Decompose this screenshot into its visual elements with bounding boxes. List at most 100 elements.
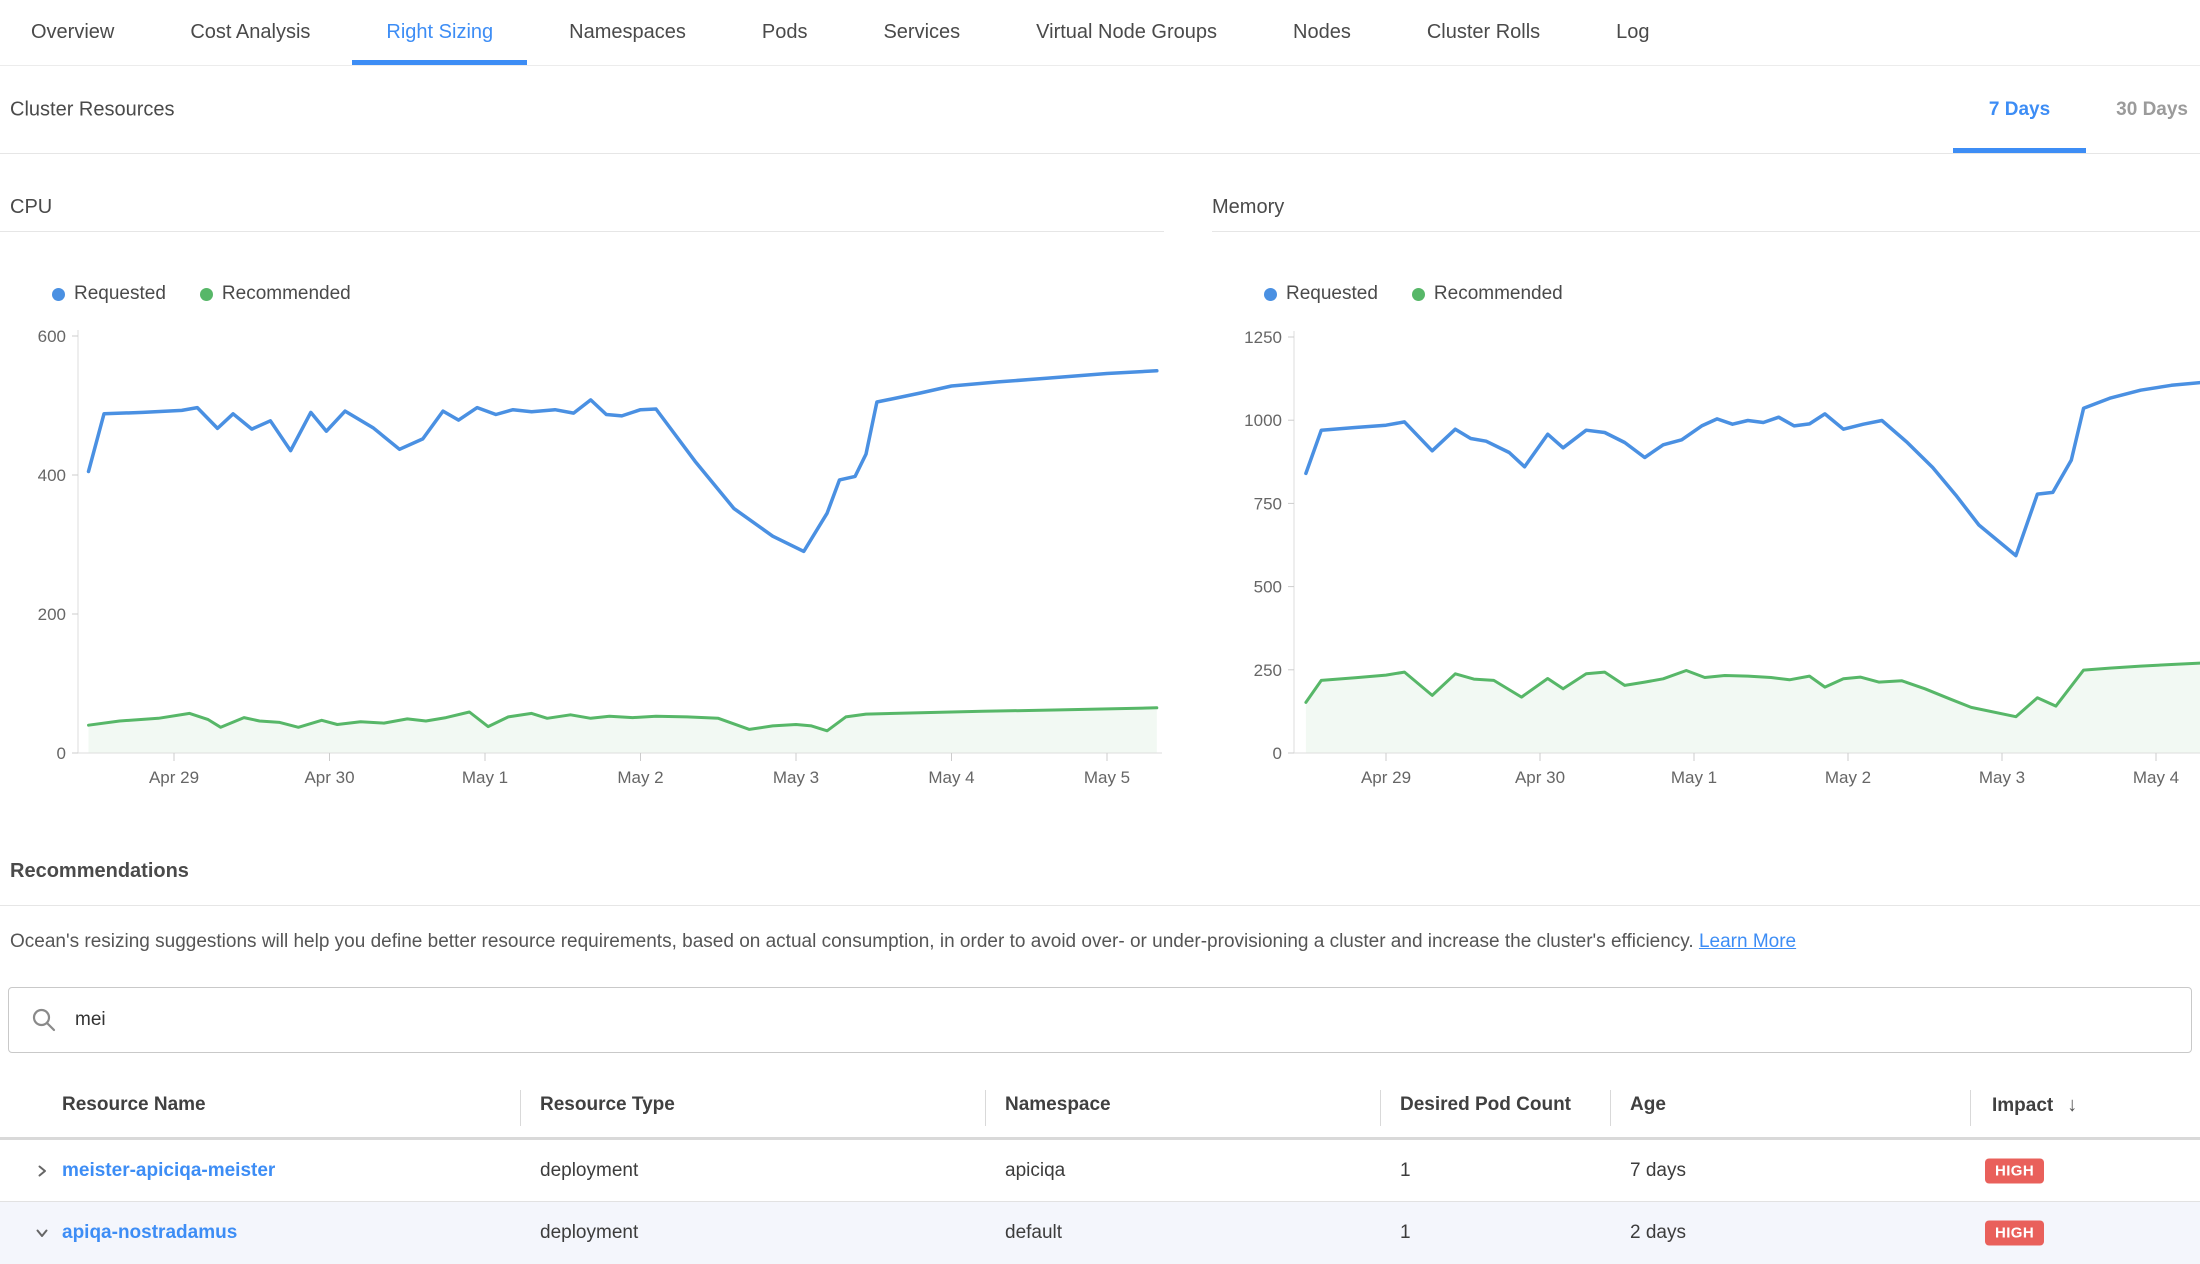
table-row-apiqa-nostradamus[interactable]: apiqa-nostradamusdeploymentdefault12 day… xyxy=(0,1202,2200,1264)
x-tick-label: May 1 xyxy=(1671,768,1717,787)
nav-tab-nodes[interactable]: Nodes xyxy=(1293,0,1351,65)
right-sizing-page: Overview Cost Analysis Right Sizing Namespa… xyxy=(0,0,2200,1264)
cpu-line-chart: 0 200 400 600 Apr 29 Apr 30 May 1 May 2 May 3 May… xyxy=(0,318,1170,800)
range-tab-7-days[interactable]: 7 Days xyxy=(1989,66,2050,153)
y-tick-label: 0 xyxy=(57,744,66,763)
y-tick-label: 1000 xyxy=(1244,411,1282,430)
col-header-label: Resource Type xyxy=(540,1094,675,1116)
nav-tab-virtual-node-groups[interactable]: Virtual Node Groups xyxy=(1036,0,1217,65)
memory-line-chart: 025050075010001250Apr 29Apr 30May 1May 2… xyxy=(1212,318,2200,800)
nav-tab-pods[interactable]: Pods xyxy=(762,0,808,65)
resource-search-box xyxy=(8,987,2192,1053)
time-range-tabs: 7 Days 30 Days xyxy=(1989,66,2188,153)
y-tick-label: 500 xyxy=(1254,578,1282,597)
x-tick-label: Apr 30 xyxy=(1515,768,1565,787)
cpu-legend-recommended[interactable]: Recommended xyxy=(200,283,351,305)
chevron-down-icon[interactable] xyxy=(34,1225,50,1241)
col-header-resource-name[interactable]: Resource Name xyxy=(62,1094,206,1116)
y-tick-label: 1250 xyxy=(1244,328,1282,347)
col-header-age[interactable]: Age xyxy=(1630,1094,1666,1116)
memory-chart-title: Memory xyxy=(1212,196,1284,219)
memory-legend-recommended[interactable]: Recommended xyxy=(1412,283,1563,305)
legend-label: Requested xyxy=(74,283,166,305)
y-tick-label: 200 xyxy=(38,605,66,624)
resource-type-value: deployment xyxy=(540,1160,638,1182)
column-separator xyxy=(985,1090,986,1126)
memory-legend-requested[interactable]: Requested xyxy=(1264,283,1378,305)
resource-type-value: deployment xyxy=(540,1222,638,1244)
top-nav: Overview Cost Analysis Right Sizing Namespa… xyxy=(0,0,2200,66)
resource-name-link[interactable]: meister-apiciqa-meister xyxy=(62,1160,275,1182)
column-separator xyxy=(1610,1090,1611,1126)
desired-pod-count-value: 1 xyxy=(1400,1160,1411,1182)
table-row-meister-apiciqa-meister[interactable]: meister-apiciqa-meister deployment apiciqa… xyxy=(0,1140,2200,1202)
x-tick-label: May 1 xyxy=(462,768,508,787)
y-tick-label: 750 xyxy=(1254,494,1282,513)
impact-cell: HIGH xyxy=(1985,1221,2044,1246)
x-tick-label: May 3 xyxy=(1979,768,2025,787)
impact-badge: HIGH xyxy=(1985,1221,2044,1246)
x-tick-label: May 3 xyxy=(773,768,819,787)
x-tick-label: May 5 xyxy=(1084,768,1130,787)
legend-dot-icon xyxy=(200,288,213,301)
y-tick-label: 400 xyxy=(38,466,66,485)
memory-title-divider xyxy=(1212,231,2200,232)
col-header-impact[interactable]: Impact↓ xyxy=(1992,1094,2077,1117)
col-header-label: Resource Name xyxy=(62,1094,206,1116)
legend-dot-icon xyxy=(52,288,65,301)
col-header-desired-pod-count[interactable]: Desired Pod Count xyxy=(1400,1094,1571,1116)
col-header-label: Age xyxy=(1630,1094,1666,1116)
x-tick-label: May 2 xyxy=(1825,768,1871,787)
age-value: 7 days xyxy=(1630,1160,1686,1182)
cpu-legend: Requested Recommended xyxy=(52,283,351,305)
resource-name-link[interactable]: apiqa-nostradamus xyxy=(62,1222,237,1244)
table-header-row: Resource Name Resource Type Namespace Desir… xyxy=(0,1080,2200,1137)
x-tick-label: Apr 29 xyxy=(1361,768,1411,787)
y-tick-label: 250 xyxy=(1254,661,1282,680)
y-tick-label: 600 xyxy=(38,327,66,346)
col-header-namespace[interactable]: Namespace xyxy=(1005,1094,1111,1116)
legend-label: Recommended xyxy=(222,283,351,305)
cpu-title-divider xyxy=(0,231,1164,232)
x-tick-label: Apr 29 xyxy=(149,768,199,787)
namespace-value: apiciqa xyxy=(1005,1160,1065,1182)
cluster-resources-header: Cluster Resources 7 Days 30 Days xyxy=(0,66,2200,154)
search-icon xyxy=(30,1006,58,1034)
nav-tab-overview[interactable]: Overview xyxy=(31,0,114,65)
nav-tab-cost-analysis[interactable]: Cost Analysis xyxy=(190,0,310,65)
cpu-recommended-area xyxy=(89,708,1157,753)
impact-cell: HIGH xyxy=(1985,1158,2044,1183)
column-separator xyxy=(1380,1090,1381,1126)
col-header-label: Namespace xyxy=(1005,1094,1111,1116)
legend-dot-icon xyxy=(1412,288,1425,301)
cpu-requested-line xyxy=(89,371,1157,552)
sort-desc-icon[interactable]: ↓ xyxy=(2067,1094,2077,1117)
learn-more-link[interactable]: Learn More xyxy=(1699,931,1796,952)
search-input[interactable] xyxy=(73,1008,2191,1032)
col-header-label: Desired Pod Count xyxy=(1400,1094,1571,1116)
legend-dot-icon xyxy=(1264,288,1277,301)
nav-tab-services[interactable]: Services xyxy=(883,0,960,65)
cluster-resources-title: Cluster Resources xyxy=(10,98,175,121)
recommendations-description: Ocean's resizing suggestions will help y… xyxy=(10,931,1796,953)
desired-pod-count-value: 1 xyxy=(1400,1222,1411,1244)
recommendations-description-text: Ocean's resizing suggestions will help y… xyxy=(10,931,1694,952)
column-separator xyxy=(520,1090,521,1126)
nav-tab-log[interactable]: Log xyxy=(1616,0,1649,65)
x-tick-label: May 4 xyxy=(928,768,974,787)
nav-tab-namespaces[interactable]: Namespaces xyxy=(569,0,686,65)
memory-requested-line xyxy=(1306,383,2200,556)
x-tick-label: May 4 xyxy=(2133,768,2179,787)
recommendations-divider xyxy=(0,905,2200,906)
age-value: 2 days xyxy=(1630,1222,1686,1244)
x-tick-label: Apr 30 xyxy=(304,768,354,787)
nav-tab-cluster-rolls[interactable]: Cluster Rolls xyxy=(1427,0,1540,65)
cpu-legend-requested[interactable]: Requested xyxy=(52,283,166,305)
legend-label: Requested xyxy=(1286,283,1378,305)
legend-label: Recommended xyxy=(1434,283,1563,305)
chevron-right-icon[interactable] xyxy=(34,1163,50,1179)
col-header-resource-type[interactable]: Resource Type xyxy=(540,1094,675,1116)
x-tick-label: May 2 xyxy=(617,768,663,787)
nav-tab-right-sizing[interactable]: Right Sizing xyxy=(386,0,493,65)
range-tab-30-days[interactable]: 30 Days xyxy=(2116,66,2188,153)
